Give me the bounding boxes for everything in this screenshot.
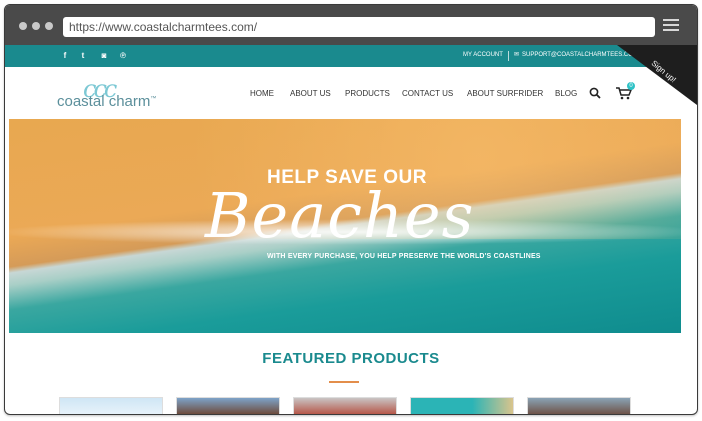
instagram-icon[interactable]: ◙ <box>97 49 111 63</box>
divider <box>508 51 509 61</box>
product-card[interactable] <box>59 397 163 414</box>
top-utility-bar: f t ◙ ℗ MY ACCOUNT ✉ SUPPORT@COASTALCHAR… <box>5 45 697 67</box>
address-bar[interactable]: https://www.coastalcharmtees.com/ <box>63 17 655 37</box>
product-card[interactable] <box>410 397 514 414</box>
hero-subtitle: WITH EVERY PURCHASE, YOU HELP PRESERVE T… <box>267 253 541 260</box>
logo-text[interactable]: coastal charm™ <box>57 93 156 110</box>
nav-about-surfrider[interactable]: ABOUT SURFRIDER <box>467 89 543 98</box>
product-card[interactable] <box>176 397 280 414</box>
nav-products[interactable]: PRODUCTS <box>345 89 390 98</box>
window-dot[interactable] <box>45 22 53 30</box>
hamburger-menu-icon[interactable] <box>663 19 679 32</box>
pinterest-icon[interactable]: ℗ <box>116 49 130 63</box>
window-dot[interactable] <box>19 22 27 30</box>
heading-underline <box>329 381 359 383</box>
logo-name: coastal charm <box>57 93 151 110</box>
nav-contact-us[interactable]: CONTACT US <box>402 89 453 98</box>
featured-products-heading: FEATURED PRODUCTS <box>262 350 440 367</box>
twitter-icon[interactable]: t <box>76 49 90 63</box>
mail-icon: ✉ <box>514 52 520 58</box>
my-account-link[interactable]: MY ACCOUNT <box>463 50 503 60</box>
window-dot[interactable] <box>32 22 40 30</box>
facebook-icon[interactable]: f <box>58 49 72 63</box>
browser-chrome: https://www.coastalcharmtees.com/ <box>5 5 697 45</box>
signup-ribbon-shape <box>617 45 697 105</box>
hero-title: Beaches <box>205 179 475 252</box>
site-header: ccc coastal charm™ HOME ABOUT US PRODUCT… <box>5 67 697 119</box>
product-card[interactable] <box>293 397 397 414</box>
nav-about-us[interactable]: ABOUT US <box>290 89 331 98</box>
search-icon[interactable] <box>589 87 601 99</box>
hero-banner: HELP SAVE OUR Beaches WITH EVERY PURCHAS… <box>9 119 681 333</box>
nav-home[interactable]: HOME <box>250 89 274 98</box>
signup-ribbon[interactable]: Sign up! <box>617 45 697 105</box>
nav-blog[interactable]: BLOG <box>555 89 577 98</box>
product-card[interactable] <box>527 397 631 414</box>
browser-window: https://www.coastalcharmtees.com/ f t ◙ … <box>4 4 698 415</box>
logo-tm: ™ <box>150 96 157 102</box>
